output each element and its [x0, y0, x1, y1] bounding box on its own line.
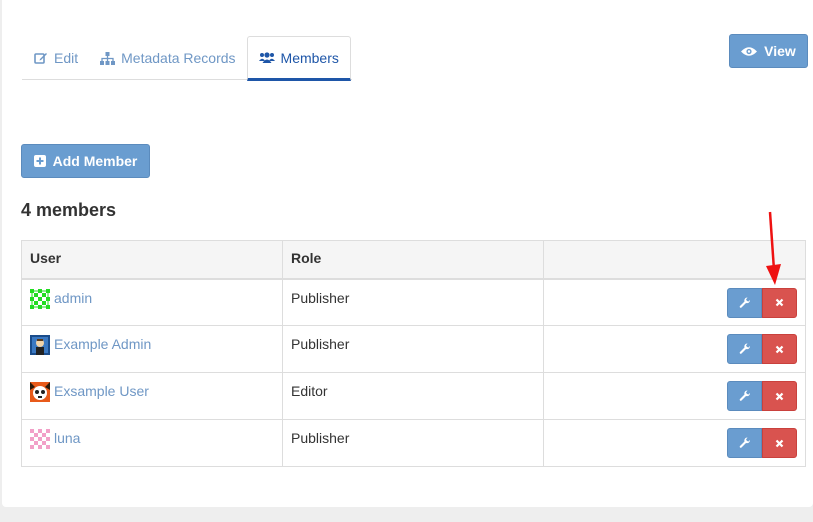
user-cell: Example Admin	[21, 325, 283, 373]
tab-members[interactable]: Members	[246, 36, 351, 81]
tab-bar: Edit Metadata Records Members	[22, 36, 352, 81]
remove-member-button[interactable]	[762, 334, 797, 364]
edit-member-button[interactable]	[727, 381, 762, 411]
close-icon	[775, 345, 784, 353]
edit-member-button[interactable]	[727, 334, 762, 364]
role-cell: Editor	[282, 372, 544, 420]
view-button-label: View	[764, 43, 796, 59]
users-icon	[258, 51, 275, 64]
remove-member-button[interactable]	[762, 381, 797, 411]
sitemap-icon	[100, 51, 116, 65]
actions-cell	[543, 372, 806, 420]
tab-edit[interactable]: Edit	[22, 36, 89, 80]
user-cell: Exsample User	[21, 372, 283, 420]
row-actions	[727, 334, 797, 364]
wrench-icon	[739, 343, 750, 354]
user-name: luna	[54, 430, 81, 446]
close-icon	[775, 439, 784, 447]
tab-metadata-records[interactable]: Metadata Records	[89, 36, 246, 80]
row-actions	[727, 428, 797, 458]
eye-icon	[741, 46, 758, 57]
user-name: Exsample User	[54, 383, 149, 399]
wrench-icon	[739, 296, 750, 308]
header-user: User	[21, 240, 283, 280]
add-member-label: Add Member	[52, 153, 138, 169]
table-row: Example Admin Publisher	[21, 325, 806, 373]
members-table: User Role admin Publisher Example Admin …	[21, 240, 806, 467]
user-link-admin[interactable]: admin	[30, 288, 93, 309]
user-name: Example Admin	[54, 336, 152, 352]
annotation-arrow-icon	[766, 211, 781, 285]
row-actions	[727, 287, 797, 318]
user-link-luna[interactable]: luna	[30, 429, 81, 449]
edit-member-button[interactable]	[727, 428, 762, 458]
user-cell: luna	[21, 419, 283, 467]
user-cell: admin	[21, 278, 283, 326]
table-row: admin Publisher	[21, 278, 806, 326]
role-cell: Publisher	[282, 419, 544, 467]
pink-identicon-avatar	[30, 429, 50, 449]
green-identicon-avatar	[30, 288, 50, 309]
row-actions	[727, 381, 797, 411]
edit-icon	[34, 51, 48, 65]
person-avatar	[30, 335, 50, 355]
user-link-exsample-user[interactable]: Exsample User	[30, 382, 149, 402]
remove-member-button[interactable]	[762, 428, 797, 458]
table-row: luna Publisher	[21, 419, 806, 467]
table-header-row: User Role	[21, 240, 806, 280]
user-link-example-admin[interactable]: Example Admin	[30, 335, 152, 355]
actions-cell	[543, 419, 806, 467]
role-cell: Publisher	[282, 325, 544, 373]
remove-member-button[interactable]	[762, 287, 797, 318]
view-button[interactable]: View	[729, 34, 808, 68]
header-role: Role	[282, 240, 544, 280]
user-name: admin	[54, 289, 93, 306]
wrench-icon	[739, 390, 750, 401]
add-member-button[interactable]: Add Member	[21, 144, 150, 178]
role-cell: Publisher	[282, 278, 544, 326]
table-row: Exsample User Editor	[21, 372, 806, 420]
close-icon	[775, 298, 784, 307]
tab-label: Edit	[54, 50, 79, 66]
plus-square-icon	[33, 155, 46, 167]
edit-member-button[interactable]	[727, 287, 762, 318]
actions-cell	[543, 325, 806, 373]
close-icon	[775, 392, 784, 400]
tab-label: Members	[280, 49, 339, 66]
panda-avatar	[30, 382, 50, 402]
tab-label: Metadata Records	[121, 50, 236, 66]
wrench-icon	[739, 437, 750, 448]
member-count: 4 members	[21, 200, 117, 220]
